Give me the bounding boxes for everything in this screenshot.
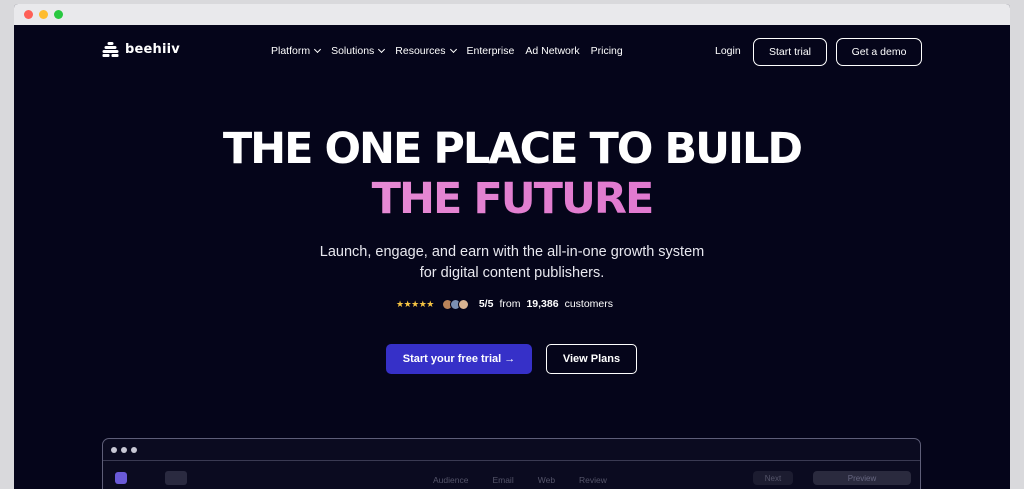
preview-tab: Email <box>492 475 514 485</box>
view-plans-button[interactable]: View Plans <box>546 344 637 374</box>
menu-item-ad-network[interactable]: Ad Network <box>525 45 579 57</box>
avatar <box>457 298 469 310</box>
preview-tab: Audience <box>433 475 469 485</box>
customer-avatars <box>441 298 469 310</box>
preview-titlebar <box>103 439 920 461</box>
preview-tabs: Audience Email Web Review <box>433 475 607 485</box>
menu-item-label: Enterprise <box>466 45 515 57</box>
browser-chrome <box>14 4 1010 25</box>
chevron-down-icon <box>314 45 322 54</box>
browser-window: beehiiv Platform Solutions Resources Ent… <box>14 4 1010 489</box>
menu-item-label: Solutions <box>331 45 375 57</box>
start-trial-button[interactable]: Start trial <box>753 38 827 66</box>
preview-next-button: Next <box>753 471 793 485</box>
login-link[interactable]: Login <box>715 45 741 57</box>
chevron-down-icon <box>378 45 386 54</box>
menu-item-label: Resources <box>395 45 446 57</box>
logo[interactable]: beehiiv <box>102 42 180 57</box>
top-nav: beehiiv Platform Solutions Resources Ent… <box>14 25 1010 81</box>
window-dot-icon <box>131 446 137 453</box>
menu-item-label: Ad Network <box>525 45 580 57</box>
rating-from: from <box>499 298 521 310</box>
hero-title-line2: THE FUTURE <box>14 178 1010 221</box>
beehive-logo-icon <box>102 42 119 57</box>
hero-subtitle: Launch, engage, and earn with the all-in… <box>319 244 705 281</box>
star-rating-icon: ★★★★★ <box>396 298 434 309</box>
menu-item-enterprise[interactable]: Enterprise <box>467 45 515 57</box>
menu-item-label: Pricing <box>590 45 623 57</box>
get-demo-button[interactable]: Get a demo <box>836 38 922 66</box>
window-dot-icon <box>111 446 117 453</box>
chevron-down-icon <box>449 45 457 54</box>
main-menu: Platform Solutions Resources Enterprise … <box>271 45 623 57</box>
menu-item-pricing[interactable]: Pricing <box>591 45 623 57</box>
rating-suffix: customers <box>564 298 614 310</box>
minimize-window-icon[interactable] <box>39 10 48 19</box>
preview-preview-button: Preview <box>813 471 911 485</box>
close-window-icon[interactable] <box>24 10 33 19</box>
rating-score: 5/5 <box>478 298 494 310</box>
app-preview-window: Audience Email Web Review Next Preview <box>102 438 921 489</box>
customer-count: 19,386 <box>526 298 559 310</box>
preview-tab: Review <box>579 475 607 485</box>
menu-item-label: Platform <box>271 45 311 57</box>
start-free-trial-button[interactable]: Start your free trial → <box>386 344 532 374</box>
app-logo-icon <box>115 472 127 484</box>
menu-item-platform[interactable]: Platform <box>271 45 322 57</box>
customer-rating: ★★★★★ 5/5 from 19,386 customers <box>396 298 613 310</box>
menu-item-solutions[interactable]: Solutions <box>331 45 386 57</box>
preview-tab: Web <box>537 475 556 485</box>
hero-title-line1: THE ONE PLACE TO BUILD <box>222 124 803 174</box>
maximize-window-icon[interactable] <box>54 10 63 19</box>
window-dot-icon <box>121 446 127 453</box>
back-button <box>165 471 187 485</box>
menu-item-resources[interactable]: Resources <box>395 45 457 57</box>
logo-text: beehiiv <box>125 42 180 57</box>
landing-page: beehiiv Platform Solutions Resources Ent… <box>14 25 1010 489</box>
